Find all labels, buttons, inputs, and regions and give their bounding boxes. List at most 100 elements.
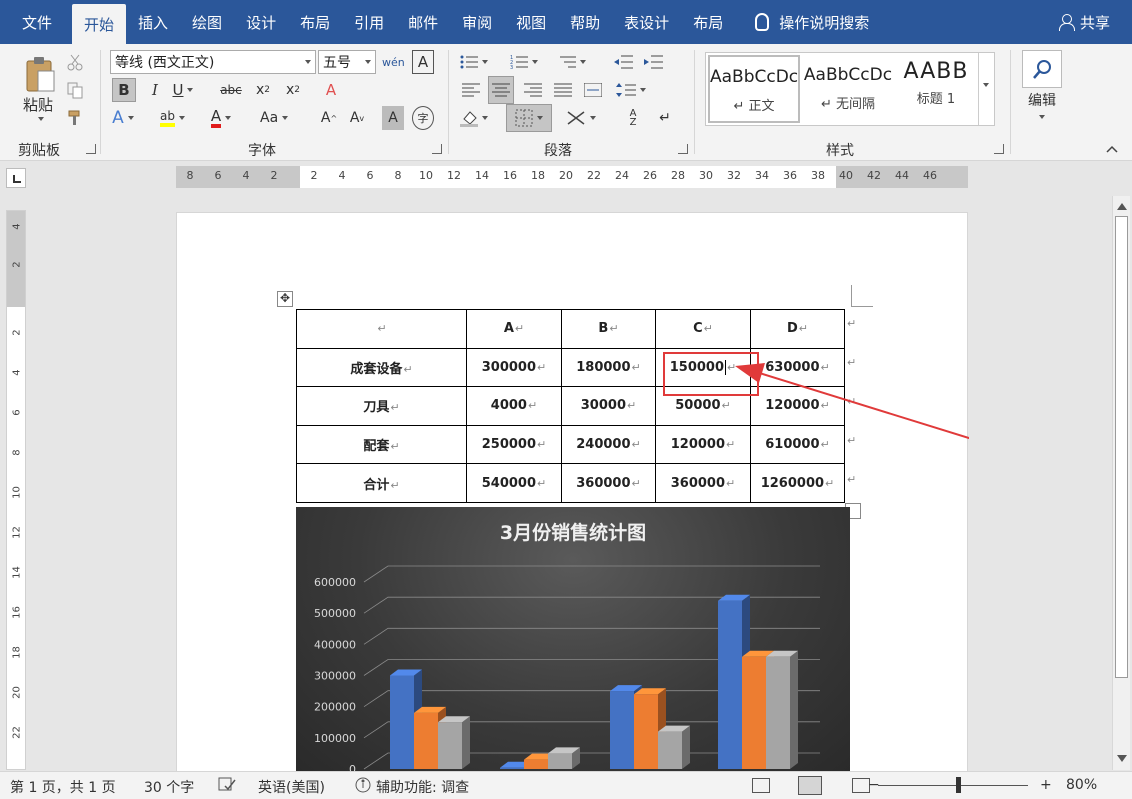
tab-help[interactable]: 帮助 bbox=[558, 0, 612, 44]
clipboard-launcher-icon[interactable] bbox=[86, 144, 96, 154]
ruler-tick-label: 10 bbox=[419, 169, 433, 182]
collapse-ribbon-icon[interactable] bbox=[1104, 142, 1120, 156]
align-right-icon[interactable] bbox=[522, 78, 544, 102]
grow-font-icon[interactable]: A ^ bbox=[318, 106, 340, 130]
accessibility-status[interactable]: 辅助功能: 调查 bbox=[376, 777, 469, 797]
tab-table-design[interactable]: 表设计 bbox=[612, 0, 681, 44]
shrink-font-icon[interactable]: Av bbox=[346, 106, 368, 130]
tab-design[interactable]: 设计 bbox=[234, 0, 288, 44]
italic-button[interactable]: I bbox=[144, 78, 166, 102]
ruler-tick-label: 4 bbox=[11, 223, 23, 230]
paste-button[interactable] bbox=[20, 52, 60, 98]
enclose-characters-icon[interactable]: 字 bbox=[412, 106, 434, 130]
y-tick-label: 300000 bbox=[314, 670, 356, 683]
borders-icon[interactable] bbox=[506, 104, 552, 132]
align-center-icon[interactable] bbox=[488, 76, 514, 104]
strikethrough-button[interactable]: abc bbox=[220, 78, 242, 102]
bold-button[interactable]: B bbox=[112, 78, 136, 102]
language-status[interactable]: 英语(美国) bbox=[258, 777, 325, 797]
zoom-slider[interactable] bbox=[878, 785, 1028, 786]
line-spacing-icon[interactable] bbox=[616, 78, 646, 102]
style-normal[interactable]: AaBbCcDc ↵ 正文 bbox=[708, 55, 800, 123]
tab-selector-icon[interactable] bbox=[6, 168, 26, 188]
tab-home[interactable]: 开始 bbox=[72, 4, 127, 44]
shading-icon[interactable] bbox=[460, 106, 488, 130]
find-button[interactable] bbox=[1022, 50, 1062, 88]
tab-table-layout[interactable]: 布局 bbox=[681, 0, 735, 44]
distributed-icon[interactable] bbox=[582, 78, 604, 102]
tab-mailings[interactable]: 邮件 bbox=[396, 0, 450, 44]
copy-icon[interactable] bbox=[64, 78, 86, 102]
text-effects-button[interactable]: A bbox=[112, 106, 134, 130]
tab-view[interactable]: 视图 bbox=[504, 0, 558, 44]
vertical-ruler[interactable]: 4 2 2 4 6 8 10 12 14 16 18 20 22 bbox=[6, 210, 26, 770]
style-heading-1[interactable]: AABB 标题 1 bbox=[890, 55, 982, 123]
word-count[interactable]: 30 个字 bbox=[144, 777, 194, 797]
highlight-button[interactable]: ab bbox=[160, 106, 185, 130]
bar-side bbox=[790, 650, 798, 769]
tab-references[interactable]: 引用 bbox=[342, 0, 396, 44]
scroll-up-icon[interactable] bbox=[1116, 200, 1128, 212]
ruler-tick-label: 2 bbox=[11, 261, 23, 268]
page-count[interactable]: 第 1 页，共 1 页 bbox=[10, 777, 116, 797]
show-formatting-marks-icon[interactable]: ↵ bbox=[654, 106, 676, 130]
subscript-button[interactable]: x2 bbox=[252, 78, 274, 102]
proofing-icon[interactable] bbox=[218, 776, 236, 796]
paste-dropdown[interactable] bbox=[36, 114, 46, 124]
phonetic-guide-icon[interactable]: wén bbox=[382, 50, 405, 74]
ruler-tick-label: 10 bbox=[11, 486, 23, 499]
read-mode-icon[interactable] bbox=[752, 778, 770, 793]
share-button[interactable]: 共享 bbox=[1058, 0, 1110, 44]
multilevel-list-icon[interactable] bbox=[558, 50, 586, 74]
character-shading-icon[interactable]: A bbox=[382, 106, 404, 130]
tab-layout[interactable]: 布局 bbox=[288, 0, 342, 44]
accessibility-icon[interactable] bbox=[354, 776, 372, 798]
clear-formatting-icon[interactable]: A bbox=[320, 78, 342, 102]
font-size-select[interactable]: 五号 bbox=[318, 50, 376, 74]
scroll-thumb[interactable] bbox=[1115, 216, 1128, 678]
chinese-layout-icon[interactable] bbox=[566, 106, 596, 130]
ruler-tick-label: 26 bbox=[643, 169, 657, 182]
tab-insert[interactable]: 插入 bbox=[126, 0, 180, 44]
editing-dropdown[interactable] bbox=[1037, 112, 1047, 122]
character-border-icon[interactable]: A bbox=[412, 50, 434, 74]
ruler-tick-label: 14 bbox=[11, 566, 23, 579]
increase-indent-icon[interactable] bbox=[642, 50, 664, 74]
chart-gridline bbox=[363, 565, 820, 583]
cut-icon[interactable] bbox=[64, 50, 86, 74]
person-icon bbox=[1058, 14, 1075, 31]
font-name-select[interactable]: 等线 (西文正文) bbox=[110, 50, 316, 74]
print-layout-icon[interactable] bbox=[798, 776, 822, 795]
font-color-button[interactable]: A bbox=[210, 106, 232, 130]
underline-button[interactable]: U bbox=[172, 78, 194, 102]
justify-icon[interactable] bbox=[552, 78, 574, 102]
bullets-icon[interactable] bbox=[460, 50, 488, 74]
vertical-scrollbar[interactable] bbox=[1112, 196, 1130, 770]
ruler-tick-label: 16 bbox=[503, 169, 517, 182]
font-size-value: 五号 bbox=[323, 55, 351, 71]
style-no-spacing[interactable]: AaBbCcDc ↵ 无间隔 bbox=[802, 55, 894, 123]
zoom-in-button[interactable]: + bbox=[1040, 777, 1052, 793]
tab-review[interactable]: 审阅 bbox=[450, 0, 504, 44]
horizontal-ruler[interactable]: 8 6 4 2 2 4 6 8 10 12 14 16 18 20 22 24 26 28 30 32 34 36 38 40… bbox=[176, 166, 968, 188]
tab-file[interactable]: 文件 bbox=[0, 0, 72, 44]
style-preview: AaBbCcDc bbox=[710, 67, 798, 87]
document-page[interactable]: ✥ ↵ A↵ B↵ C↵ D↵ 成套设备↵ 300000↵ 180000↵ 15… bbox=[176, 212, 969, 773]
superscript-button[interactable]: x2 bbox=[282, 78, 304, 102]
styles-scroll[interactable] bbox=[978, 53, 994, 125]
align-left-icon[interactable] bbox=[460, 78, 482, 102]
change-case-button[interactable]: Aa bbox=[260, 106, 289, 130]
styles-launcher-icon[interactable] bbox=[994, 144, 1004, 154]
sort-icon[interactable]: AZ bbox=[622, 106, 644, 130]
zoom-level[interactable]: 80% bbox=[1066, 777, 1097, 793]
tab-draw[interactable]: 绘图 bbox=[180, 0, 234, 44]
numbering-icon[interactable]: 123 bbox=[510, 50, 538, 74]
tell-me-search[interactable]: 操作说明搜索 bbox=[755, 0, 869, 44]
bar-chart[interactable]: 3月份销售统计图 0 100000 200000 300000 400000 500000 6… bbox=[296, 507, 850, 773]
paragraph-launcher-icon[interactable] bbox=[678, 144, 688, 154]
font-launcher-icon[interactable] bbox=[432, 144, 442, 154]
zoom-slider-thumb[interactable] bbox=[956, 777, 961, 793]
decrease-indent-icon[interactable] bbox=[612, 50, 634, 74]
scroll-down-icon[interactable] bbox=[1116, 752, 1128, 764]
format-painter-icon[interactable] bbox=[64, 106, 86, 130]
